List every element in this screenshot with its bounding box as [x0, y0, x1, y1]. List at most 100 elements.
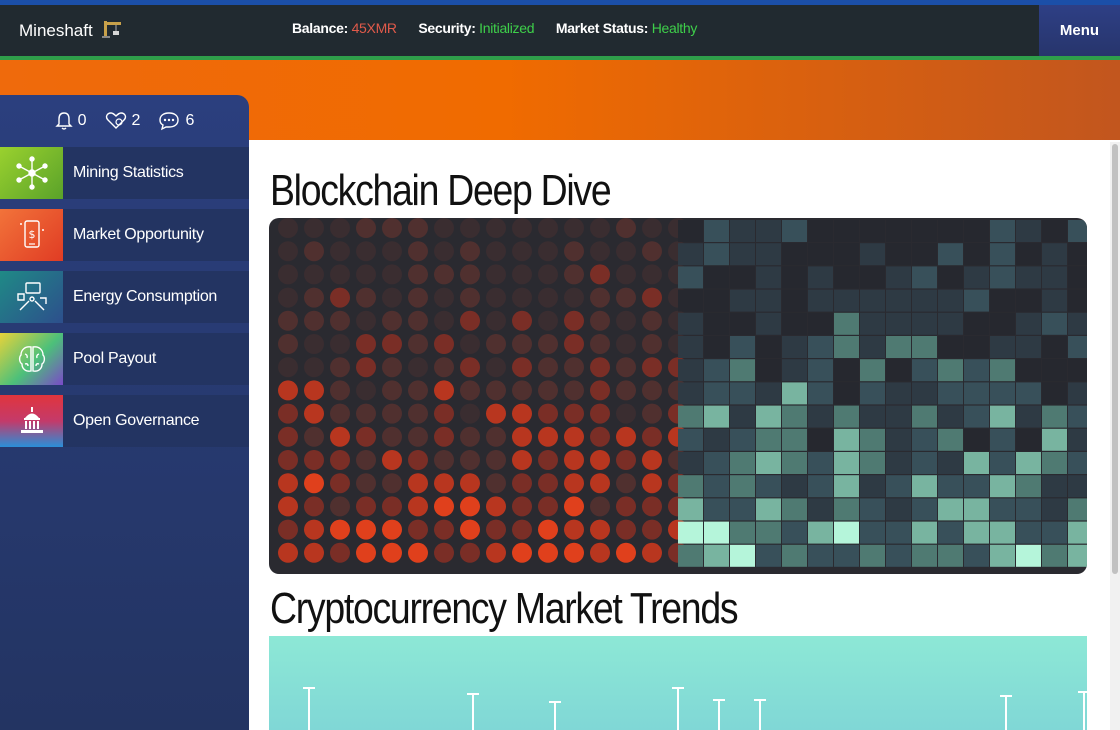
grid-dot	[434, 380, 454, 401]
grid-dot	[278, 380, 298, 401]
scrollbar[interactable]	[1110, 142, 1120, 730]
grid-square	[886, 452, 911, 474]
grid-square	[990, 521, 1015, 544]
grid-dot	[616, 450, 636, 470]
grid-dot	[382, 542, 402, 563]
top-bar: Mineshaft Balance: 45XMR Security: Initi…	[0, 5, 1120, 60]
grid-square	[912, 312, 937, 335]
messages-count[interactable]: 6	[158, 111, 194, 131]
grid-square	[886, 428, 911, 451]
grid-square	[860, 498, 885, 521]
grid-dot	[564, 310, 584, 331]
grid-dot	[564, 380, 584, 401]
grid-square	[834, 289, 859, 312]
grid-dot	[304, 473, 324, 494]
sidebar-item-mining-statistics[interactable]: Mining Statistics	[0, 147, 249, 199]
grid-dot	[460, 496, 480, 517]
grid-square	[860, 266, 885, 289]
grid-square	[990, 312, 1015, 335]
grid-square	[1068, 243, 1087, 266]
grid-dot	[538, 519, 558, 540]
sidebar-item-energy-consumption[interactable]: Energy Consumption	[0, 271, 249, 323]
grid-dot	[304, 357, 324, 378]
grid-square	[990, 428, 1015, 451]
grid-square	[964, 289, 989, 312]
grid-dot	[330, 310, 350, 331]
grid-square	[1042, 359, 1067, 382]
grid-square	[938, 521, 963, 544]
grid-dot	[382, 403, 402, 424]
grid-dot	[460, 310, 480, 331]
grid-dot	[382, 241, 402, 262]
grid-square	[938, 498, 963, 521]
grid-square	[834, 544, 859, 567]
grid-dot	[330, 241, 350, 262]
grid-square	[1042, 220, 1067, 242]
status-bar: Balance: 45XMR Security: Initialized Mar…	[292, 20, 715, 36]
grid-square	[1016, 452, 1041, 474]
grid-dot	[616, 264, 636, 285]
grid-square	[860, 220, 885, 242]
grid-dot	[408, 241, 428, 262]
grid-square	[1068, 266, 1087, 289]
app-brand[interactable]: Mineshaft	[19, 19, 123, 44]
grid-square	[1068, 336, 1087, 358]
sidebar-item-pool-payout[interactable]: Pool Payout	[0, 333, 249, 385]
grid-square	[860, 452, 885, 474]
grid-square	[756, 475, 781, 498]
grid-square	[730, 266, 755, 289]
grid-square	[834, 312, 859, 335]
grid-dot	[538, 496, 558, 517]
grid-dot	[538, 287, 558, 308]
grid-square	[964, 266, 989, 289]
grid-dot	[538, 218, 558, 238]
grid-dot	[538, 473, 558, 494]
grid-square	[808, 521, 833, 544]
grid-dot	[486, 218, 506, 238]
grid-dot	[356, 519, 376, 540]
grid-square	[1068, 452, 1087, 474]
grid-dot	[330, 357, 350, 378]
sidebar-item-market-opportunity[interactable]: $ Market Opportunity	[0, 209, 249, 261]
menu-button[interactable]: Menu	[1039, 5, 1120, 56]
grid-dot	[434, 473, 454, 494]
grid-dot	[486, 403, 506, 424]
grid-dot	[356, 241, 376, 262]
sidebar: 0 2 6 Mining Statistics $ Market Opportu…	[0, 95, 249, 730]
candle-marker	[303, 687, 315, 730]
favorites-count[interactable]: 2	[105, 112, 140, 130]
grid-dot	[278, 542, 298, 563]
grid-dot	[382, 496, 402, 517]
mobile-dollar-icon: $	[0, 209, 63, 261]
grid-square	[1068, 312, 1087, 335]
grid-square	[756, 289, 781, 312]
sidebar-item-open-governance[interactable]: Open Governance	[0, 395, 249, 447]
grid-square	[938, 544, 963, 567]
grid-dot	[434, 241, 454, 262]
grid-square	[782, 289, 807, 312]
grid-square	[756, 312, 781, 335]
grid-dot	[278, 287, 298, 308]
grid-dot	[512, 519, 532, 540]
grid-dot	[616, 519, 636, 540]
grid-dot	[486, 287, 506, 308]
grid-dot	[408, 380, 428, 401]
grid-square	[730, 498, 755, 521]
grid-dot	[538, 334, 558, 354]
candlestick-graphic	[303, 687, 1087, 730]
grid-square	[860, 289, 885, 312]
grid-dot	[330, 264, 350, 285]
grid-dot	[486, 426, 506, 447]
scrollbar-thumb[interactable]	[1112, 144, 1118, 574]
grid-dot	[304, 542, 324, 563]
grid-dot	[356, 450, 376, 470]
notifications-count[interactable]: 0	[54, 111, 87, 131]
grid-dot	[304, 241, 324, 262]
grid-square	[808, 289, 833, 312]
grid-square	[938, 312, 963, 335]
grid-square	[704, 243, 729, 266]
grid-dot	[408, 264, 428, 285]
grid-square	[782, 475, 807, 498]
grid-square	[1068, 521, 1087, 544]
grid-square	[756, 359, 781, 382]
